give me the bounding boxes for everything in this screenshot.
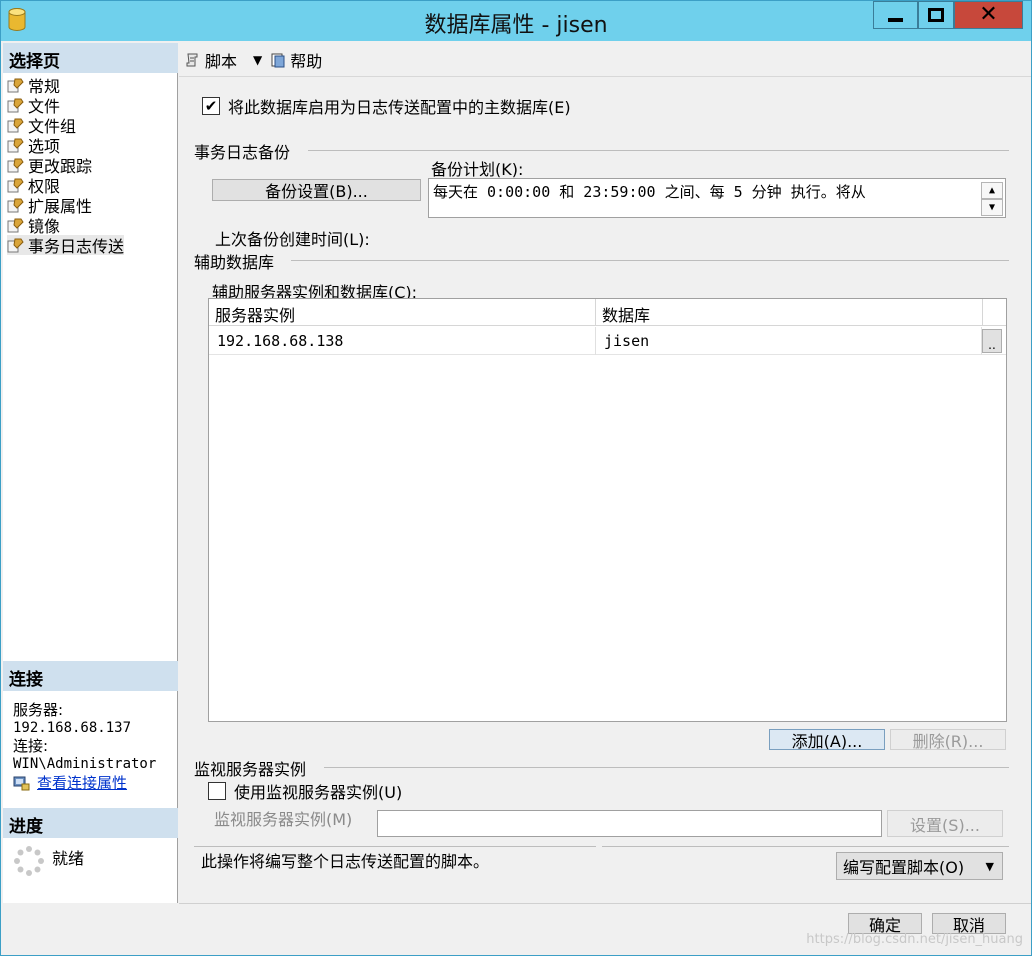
maximize-button[interactable]: [918, 1, 954, 29]
minimize-icon: [888, 18, 903, 22]
page-wrench-icon: [7, 158, 24, 173]
column-header-database[interactable]: 数据库: [596, 299, 983, 326]
enable-primary-label: 将此数据库启用为日志传送配置中的主数据库(E): [228, 98, 571, 117]
page-wrench-icon: [7, 218, 24, 233]
cancel-button[interactable]: 取消: [932, 913, 1006, 935]
sidebar-item-7[interactable]: 镜像: [7, 215, 124, 236]
script-icon: [186, 53, 198, 66]
backup-schedule-label: 备份计划(K):: [431, 160, 524, 179]
backup-schedule-textbox[interactable]: 每天在 0:00:00 和 23:59:00 之间、每 5 分钟 执行。将从 ▲…: [428, 178, 1006, 218]
view-connection-properties-link[interactable]: 查看连接属性: [37, 774, 127, 792]
help-button[interactable]: 帮助: [270, 48, 322, 72]
script-button[interactable]: 脚本: [185, 48, 237, 72]
backup-settings-button[interactable]: 备份设置(B)...: [212, 179, 421, 201]
cell-database[interactable]: jisen: [596, 327, 982, 355]
secondary-db-group-label: 辅助数据库: [194, 253, 275, 272]
connection-properties-icon: [13, 776, 30, 791]
close-icon: ✕: [979, 2, 998, 27]
last-backup-label: 上次备份创建时间(L):: [215, 230, 370, 249]
page-wrench-icon: [7, 198, 24, 213]
sidebar-item-3[interactable]: 选项: [7, 135, 124, 156]
chevron-up-icon: ▲: [988, 185, 996, 196]
add-button[interactable]: 添加(A)...: [769, 729, 885, 751]
sidebar-item-label: 事务日志传送: [28, 237, 125, 256]
server-value: 192.168.68.137: [13, 720, 132, 736]
backup-schedule-text: 每天在 0:00:00 和 23:59:00 之间、每 5 分钟 执行。将从: [433, 183, 866, 201]
column-header-server[interactable]: 服务器实例: [209, 299, 596, 326]
select-page-header: 选择页: [3, 43, 178, 73]
watermark: https://blog.csdn.net/jisen_huang: [806, 932, 1023, 947]
connection-label: 连接:: [13, 737, 49, 755]
connection-info: 服务器: 192.168.68.137 连接: WIN\Administrato…: [13, 701, 156, 792]
use-monitor-label: 使用监视服务器实例(U): [234, 783, 403, 802]
title-bar[interactable]: 数据库属性 - jisen ✕: [1, 1, 1031, 41]
tlog-backup-divider: [308, 150, 1009, 151]
page-wrench-icon: [7, 178, 24, 193]
chevron-down-icon: ▼: [988, 202, 996, 213]
sidebar-item-6[interactable]: 扩展属性: [7, 195, 124, 216]
monitor-divider: [324, 767, 1009, 768]
secondary-db-grid[interactable]: 服务器实例 数据库 192.168.68.138 jisen ..: [208, 298, 1007, 722]
progress-header: 进度: [3, 808, 178, 838]
help-icon: [271, 53, 285, 67]
row-ellipsis-button[interactable]: ..: [982, 329, 1002, 353]
enable-primary-row: ✔ 将此数据库启用为日志传送配置中的主数据库(E): [202, 94, 571, 118]
script-note: 此操作将编写整个日志传送配置的脚本。: [201, 852, 490, 871]
sidebar-item-0[interactable]: 常规: [7, 75, 124, 96]
database-properties-dialog: 数据库属性 - jisen ✕ 选择页 常规 文件 文件组 选项 更改跟踪 权限 扩展属性镜…: [0, 0, 1032, 956]
close-button[interactable]: ✕: [954, 1, 1023, 29]
toolbar: 脚本 ▼ 帮助: [179, 43, 1031, 77]
sidebar-item-5[interactable]: 权限: [7, 175, 124, 196]
grid-header: 服务器实例 数据库: [209, 299, 1006, 326]
script-dropdown-arrow-icon[interactable]: ▼: [253, 53, 262, 67]
connection-header: 连接: [3, 661, 178, 691]
scroll-down-button[interactable]: ▼: [981, 199, 1003, 216]
page-wrench-icon: [7, 238, 24, 253]
page-wrench-icon: [7, 78, 24, 93]
enable-primary-checkbox[interactable]: ✔: [202, 97, 220, 115]
minimize-button[interactable]: [873, 1, 918, 29]
monitor-instance-input[interactable]: [377, 810, 882, 837]
dropdown-arrow-icon: ▼: [985, 859, 994, 873]
monitor-settings-button[interactable]: 设置(S)...: [887, 810, 1003, 837]
footer-separator: [179, 903, 1031, 904]
left-pane: 选择页 常规 文件 文件组 选项 更改跟踪 权限 扩展属性 镜像 事务日志传送 连接 服务器: …: [3, 43, 178, 903]
scroll-up-button[interactable]: ▲: [981, 182, 1003, 199]
script-note-divider-right: [602, 846, 1009, 847]
script-config-button[interactable]: 编写配置脚本(O) ▼: [836, 852, 1003, 880]
checkmark-icon: ✔: [204, 97, 218, 115]
progress-status: 就绪: [52, 849, 85, 868]
ok-button[interactable]: 确定: [848, 913, 922, 935]
sidebar-item-4[interactable]: 更改跟踪: [7, 155, 124, 176]
page-wrench-icon: [7, 138, 24, 153]
monitor-instance-label: 监视服务器实例(M): [214, 810, 353, 829]
sidebar-item-8[interactable]: 事务日志传送: [7, 235, 125, 256]
script-config-label: 编写配置脚本(O): [843, 858, 965, 877]
script-note-divider-left: [194, 846, 596, 847]
cell-server[interactable]: 192.168.68.138: [209, 327, 596, 355]
server-label: 服务器:: [13, 701, 64, 719]
page-wrench-icon: [7, 98, 24, 113]
connection-value: WIN\Administrator: [13, 756, 157, 772]
use-monitor-row: 使用监视服务器实例(U): [208, 779, 402, 803]
page-nav-list: 常规 文件 文件组 选项 更改跟踪 权限 扩展属性 镜像 事务日志传送: [7, 75, 125, 256]
secondary-db-divider: [291, 260, 1009, 261]
sidebar-item-1[interactable]: 文件: [7, 95, 124, 116]
use-monitor-checkbox[interactable]: [208, 782, 226, 800]
script-label: 脚本: [205, 51, 238, 71]
tlog-backup-group-label: 事务日志备份: [194, 143, 291, 162]
monitor-group-label: 监视服务器实例: [194, 760, 307, 779]
maximize-icon: [928, 8, 944, 22]
sidebar-item-2[interactable]: 文件组: [7, 115, 124, 136]
remove-button[interactable]: 删除(R)...: [890, 729, 1006, 751]
table-row[interactable]: 192.168.68.138 jisen ..: [209, 327, 1006, 355]
progress-spinner-icon: [14, 846, 44, 876]
help-label: 帮助: [290, 51, 323, 71]
page-wrench-icon: [7, 118, 24, 133]
